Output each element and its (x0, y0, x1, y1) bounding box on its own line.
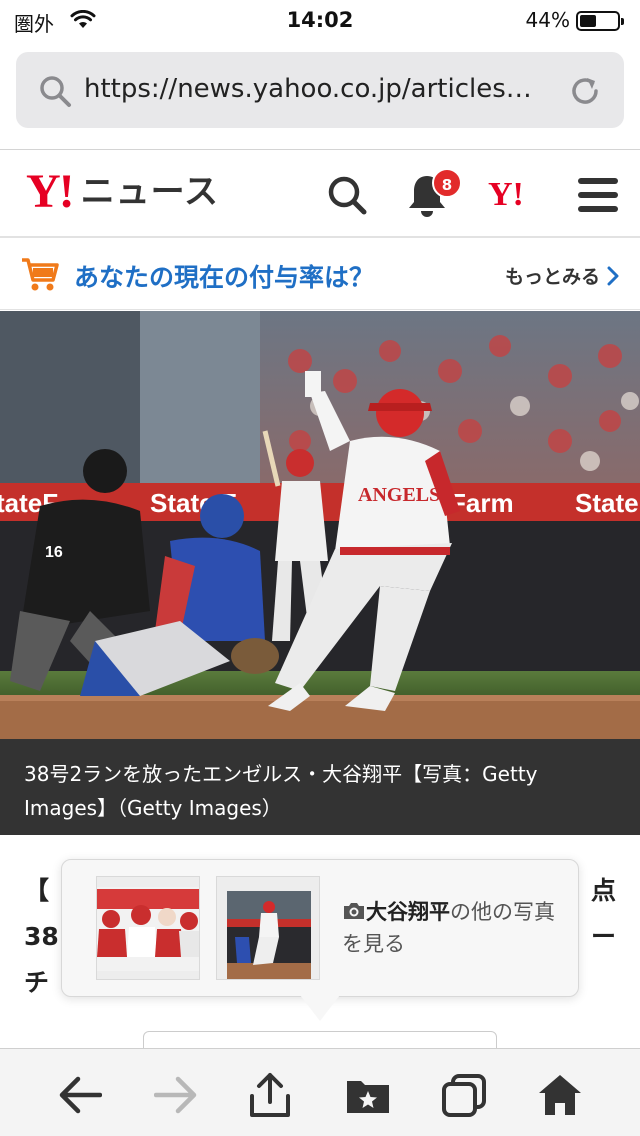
article-title-line2: 38 (24, 922, 59, 951)
search-icon (38, 74, 72, 112)
search-icon[interactable] (326, 174, 368, 220)
battery-icon (576, 11, 624, 31)
jersey-team: ANGELS (358, 484, 440, 506)
yahoo-news-logo[interactable]: Y! ニュース (26, 168, 219, 216)
logo-mark: Y! (26, 165, 75, 218)
site-header: Y! ニュース 8 Y! (0, 150, 640, 238)
yahoo-icon[interactable]: Y! (488, 176, 524, 214)
bookmarks-icon[interactable] (344, 1071, 392, 1119)
share-icon[interactable] (246, 1071, 294, 1119)
browser-toolbar (0, 1048, 640, 1136)
battery-percent: 44% (525, 8, 570, 32)
status-bar: 圏外 14:02 44% (0, 0, 640, 42)
article-title-line2-end: ー (590, 922, 616, 951)
forward-icon[interactable] (152, 1071, 200, 1119)
photo-caption: 38号2ランを放ったエンゼルス・大谷翔平【写真：Getty Images】（Ge… (0, 739, 640, 835)
umpire-number: 16 (45, 544, 63, 561)
notification-badge: 8 (432, 168, 462, 198)
camera-icon (344, 903, 364, 919)
article-photo[interactable]: tateF State F Farm State 16 ANGELS (0, 311, 640, 739)
reload-icon[interactable] (568, 74, 602, 112)
url-text[interactable]: https://news.yahoo.co.jp/articles… (84, 74, 564, 104)
promo-banner[interactable]: あなたの現在の付与率は？ もっとみる (0, 240, 640, 310)
cart-icon (20, 256, 60, 298)
back-icon[interactable] (56, 1071, 104, 1119)
more-link-label: もっとみる (504, 266, 600, 288)
tabs-icon[interactable] (440, 1071, 488, 1119)
chevron-right-icon (607, 266, 619, 285)
photo-popover[interactable]: 大谷翔平の他の写真を見る (61, 859, 579, 997)
article-title-line1-end: 点 (590, 876, 616, 905)
promo-text[interactable]: あなたの現在の付与率は？ (74, 258, 374, 294)
address-bar[interactable]: https://news.yahoo.co.jp/articles… (16, 52, 624, 128)
logo-text: ニュース (80, 172, 219, 212)
home-icon[interactable] (536, 1071, 584, 1119)
banner-text-right1: Farm (450, 488, 514, 518)
article-title-line1: 【 (24, 876, 50, 905)
popover-highlight: 大谷翔平 (366, 900, 450, 924)
more-link[interactable]: もっとみる (505, 262, 620, 289)
photo-thumbnail-2[interactable] (216, 876, 320, 980)
photo-thumbnail-1[interactable] (96, 876, 200, 980)
article-title-line3: チ (24, 968, 50, 997)
menu-icon[interactable] (578, 178, 618, 216)
more-photos-link[interactable]: 大谷翔平の他の写真を見る (342, 896, 568, 960)
popover-arrow (300, 995, 340, 1021)
banner-text-right2: State (575, 488, 639, 518)
